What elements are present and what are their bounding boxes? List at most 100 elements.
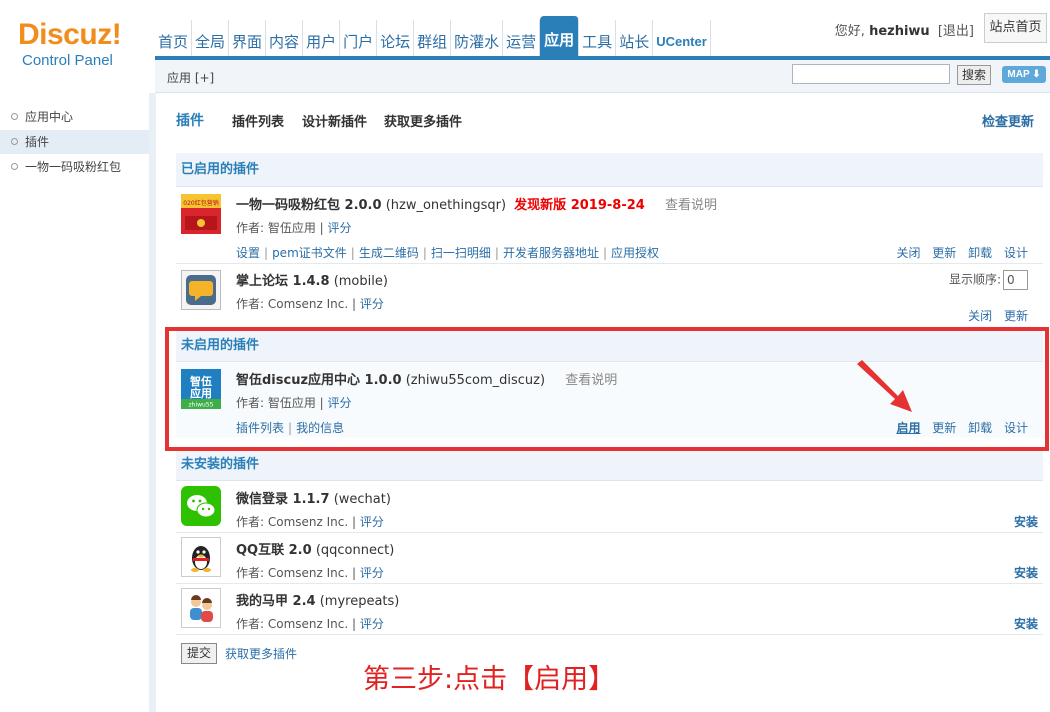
sidebar-item-label: 插件 [25,135,50,149]
uninstall-button[interactable]: 卸载 [968,246,992,260]
plugin-links: 设置 | pem证书文件 | 生成二维码 | 扫一扫明细 | 开发者服务器地址 | 应用授权 [236,246,660,260]
nav-global[interactable]: 全局 [192,20,230,56]
design-button[interactable]: 设计 [1004,246,1028,260]
rate-link[interactable]: 评分 [360,297,384,311]
sidebar-item-plugins[interactable]: 插件 [0,130,149,154]
link-settings[interactable]: 设置 [236,246,260,260]
view-description-link[interactable]: 查看说明 [665,198,717,213]
tab-get-more[interactable]: 获取更多插件 [384,111,462,130]
nav-group[interactable]: 群组 [414,20,452,56]
rate-link[interactable]: 评分 [360,617,384,631]
tab-plugin-list[interactable]: 插件列表 [232,111,284,130]
nav-antispam[interactable]: 防灌水 [451,20,504,56]
update-button[interactable]: 更新 [1004,309,1028,323]
author-text: 作者: 智伍应用 [236,221,316,235]
plugin-tabs: 插件 插件列表 设计新插件 获取更多插件 检查更新 [176,110,1043,130]
link-scan-detail[interactable]: 扫一扫明细 [431,246,491,260]
plugin-row-myrepeats: 我的马甲 2.4 (myrepeats) 作者: Comsenz Inc. | … [176,584,1043,635]
nav-portal[interactable]: 门户 [340,20,378,56]
icon-label: 020红包营销 [183,199,218,207]
nav-content[interactable]: 内容 [266,20,304,56]
tab-design-plugin[interactable]: 设计新插件 [302,111,367,130]
plugin-title: 一物一码吸粉红包 2.0.0 (hzw_onethingsqr) 发现新版 20… [236,194,717,213]
plugin-author: 作者: 智伍应用 | 评分 [236,221,352,235]
site-home-button[interactable]: 站点首页 [984,13,1047,43]
section-enabled: 已启用的插件 [176,153,1043,187]
get-more-plugins-link[interactable]: 获取更多插件 [225,645,297,662]
plugin-id: (mobile) [333,274,388,289]
nav-home[interactable]: 首页 [155,20,193,56]
plugin-id: (myrepeats) [319,594,400,609]
redpacket-plugin-icon: 020红包营销 [181,194,221,234]
top-nav: 首页 全局 界面 内容 用户 门户 论坛 群组 防灌水 运营 应用 工具 站长 … [155,16,711,56]
rate-link[interactable]: 评分 [328,221,352,235]
sub-toolbar: 应用 [+] 搜索 MAP ⬇ [155,60,1050,93]
author-text: 作者: Comsenz Inc. [236,617,349,631]
plugin-author: 作者: Comsenz Inc. | 评分 [236,617,384,631]
rate-link[interactable]: 评分 [360,566,384,580]
link-dev-server[interactable]: 开发者服务器地址 [503,246,599,260]
user-info: 您好, hezhiwu [退出] [835,20,974,39]
sidebar-item-app-center[interactable]: 应用中心 [0,105,149,129]
disable-button[interactable]: 关闭 [968,309,992,323]
plugin-name: QQ互联 2.0 [236,543,312,558]
nav-user[interactable]: 用户 [303,20,341,56]
bullet-icon [11,138,18,145]
nav-ucenter[interactable]: UCenter [653,20,711,56]
author-text: 作者: Comsenz Inc. [236,297,349,311]
breadcrumb[interactable]: 应用 [+] [167,69,214,86]
link-pem-cert[interactable]: pem证书文件 [272,246,347,260]
display-order-label: 显示顺序: [948,272,1001,287]
plugin-name: 我的马甲 2.4 [236,594,316,609]
submit-button[interactable]: 提交 [181,643,217,664]
logout-link[interactable]: [退出] [938,24,974,39]
step-annotation: 第三步:点击【启用】 [363,664,616,695]
plugin-name: 掌上论坛 1.4.8 [236,274,330,289]
logo-sub-text: Control Panel [22,52,113,69]
sidebar: 应用中心 插件 一物一码吸粉红包 [0,93,155,712]
install-button[interactable]: 安装 [1014,564,1038,581]
check-update-link[interactable]: 检查更新 [982,111,1034,130]
highlight-frame [165,327,1049,451]
sidebar-item-redpacket[interactable]: 一物一码吸粉红包 [0,155,149,179]
nav-style[interactable]: 界面 [229,20,267,56]
bullet-icon [11,113,18,120]
plugin-author: 作者: Comsenz Inc. | 评分 [236,297,384,311]
rate-link[interactable]: 评分 [360,515,384,529]
plugin-ops: 关闭 更新 卸载 设计 [888,244,1028,261]
users-icon [181,588,221,628]
author-text: 作者: Comsenz Inc. [236,515,349,529]
new-version-badge[interactable]: 发现新版 2019-8-24 [514,198,645,213]
tab-plugins[interactable]: 插件 [176,110,204,130]
install-button[interactable]: 安装 [1014,513,1038,530]
link-gen-qrcode[interactable]: 生成二维码 [359,246,419,260]
plugin-author: 作者: Comsenz Inc. | 评分 [236,515,384,529]
plugin-row-redpacket: 020红包营销 一物一码吸粉红包 2.0.0 (hzw_onethingsqr)… [176,188,1043,264]
nav-admin[interactable]: 站长 [616,20,654,56]
link-app-auth[interactable]: 应用授权 [611,246,659,260]
display-order-input[interactable]: 0 [1003,270,1028,290]
nav-operation[interactable]: 运营 [503,20,541,56]
nav-apps[interactable]: 应用 [540,16,580,56]
nav-tools[interactable]: 工具 [579,20,617,56]
greeting-text: 您好, [834,24,865,39]
search-button[interactable]: 搜索 [957,65,991,85]
plugin-title: 掌上论坛 1.4.8 (mobile) [236,270,388,289]
wechat-icon [181,486,221,526]
search-input[interactable] [792,64,950,84]
discuz-logo[interactable]: Discuz! Control Panel [18,20,138,70]
plugin-row-qqconnect: QQ互联 2.0 (qqconnect) 作者: Comsenz Inc. | … [176,533,1043,584]
plugin-id: (wechat) [333,492,391,507]
qq-penguin-icon [181,537,221,577]
display-order: 显示顺序: 0 [949,270,1028,290]
disable-button[interactable]: 关闭 [896,246,920,260]
install-button[interactable]: 安装 [1014,615,1038,632]
sidebar-divider [149,93,156,712]
sidebar-item-label: 应用中心 [25,110,74,124]
update-button[interactable]: 更新 [932,246,956,260]
bullet-icon [11,163,18,170]
nav-forum[interactable]: 论坛 [377,20,415,56]
plugin-ops: 关闭 更新 [960,307,1028,324]
mobile-forum-plugin-icon [181,270,221,310]
map-button[interactable]: MAP ⬇ [1002,66,1046,83]
